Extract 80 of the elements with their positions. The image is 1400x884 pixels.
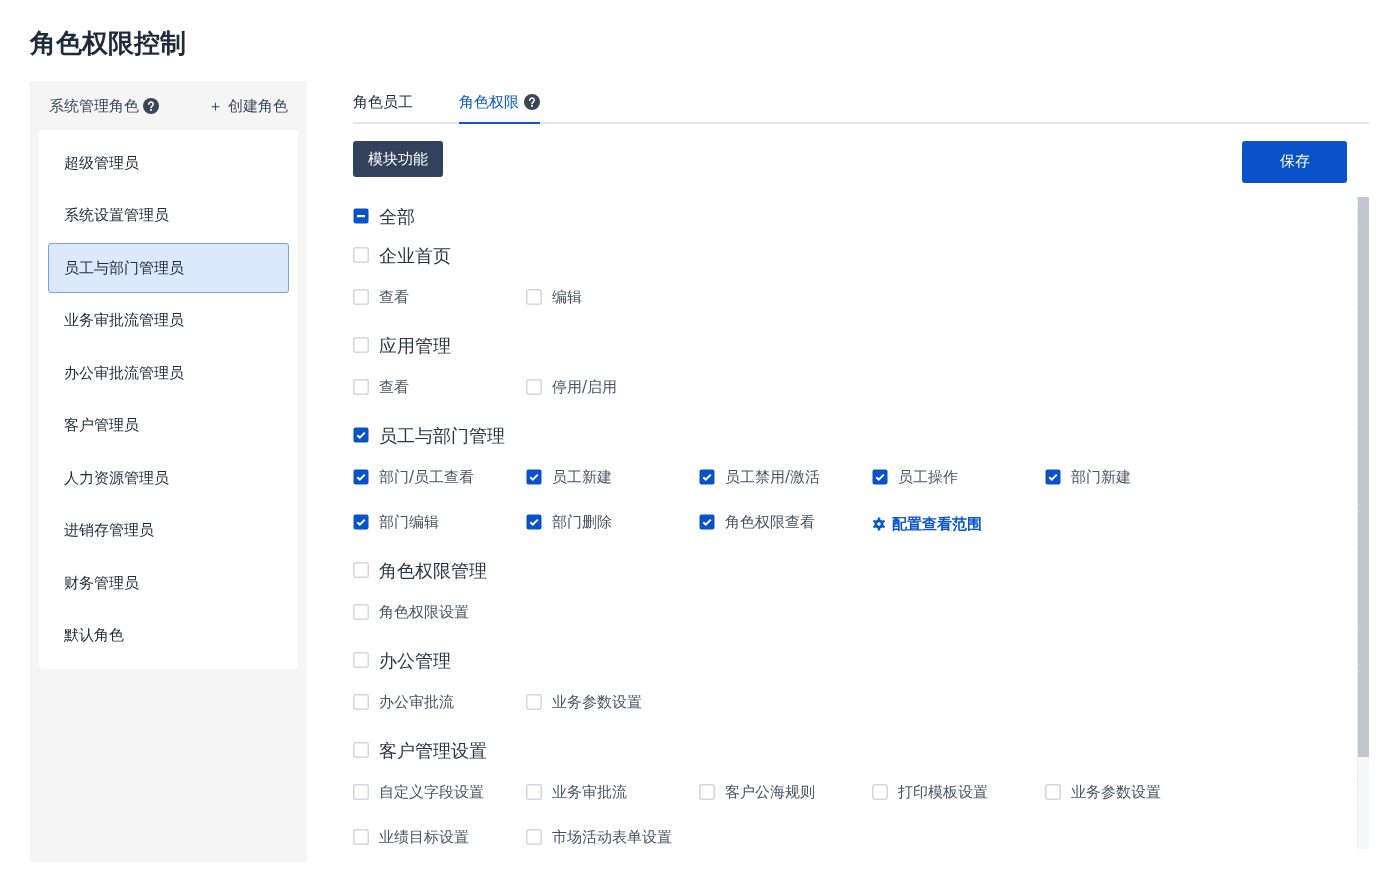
- gear-icon: [872, 517, 886, 531]
- checkbox-label: 部门/员工查看: [379, 466, 475, 488]
- tab[interactable]: 角色员工: [353, 81, 413, 124]
- checkbox-label: 自定义字段设置: [379, 781, 484, 803]
- checkbox[interactable]: [526, 784, 542, 800]
- config-link[interactable]: 配置查看范围: [872, 512, 982, 536]
- checkbox[interactable]: [872, 784, 888, 800]
- module-label: 员工与部门管理: [379, 423, 505, 448]
- role-item[interactable]: 业务审批流管理员: [48, 295, 289, 346]
- module-label: 企业首页: [379, 243, 451, 268]
- checkbox[interactable]: [526, 829, 542, 845]
- scrollbar-thumb[interactable]: [1358, 196, 1369, 757]
- role-item[interactable]: 进销存管理员: [48, 505, 289, 556]
- checkbox[interactable]: [353, 652, 369, 668]
- checkbox[interactable]: [353, 289, 369, 305]
- checkbox-label: 部门删除: [552, 511, 612, 533]
- checkbox[interactable]: [353, 694, 369, 710]
- checkbox-label: 停用/启用: [552, 376, 618, 398]
- checkbox-label: 业务参数设置: [552, 691, 642, 713]
- checkbox[interactable]: [1045, 469, 1061, 485]
- checkbox[interactable]: [353, 379, 369, 395]
- create-role-button[interactable]: ＋ 创建角色: [208, 95, 288, 118]
- module-label: 办公管理: [379, 648, 451, 673]
- checkbox-label: 角色权限设置: [379, 601, 469, 623]
- checkbox-label: 员工新建: [552, 466, 612, 488]
- checkbox[interactable]: [526, 514, 542, 530]
- page-title: 角色权限控制: [30, 27, 187, 60]
- role-item[interactable]: 人力资源管理员: [48, 452, 289, 503]
- module-label: 客户管理设置: [379, 738, 487, 763]
- checkbox[interactable]: [353, 742, 369, 758]
- help-icon[interactable]: [143, 98, 159, 115]
- checkbox-label: 业务审批流: [552, 781, 627, 803]
- checkbox[interactable]: [526, 379, 542, 395]
- checkbox[interactable]: [353, 427, 369, 443]
- checkbox[interactable]: [872, 469, 888, 485]
- role-item[interactable]: 客户管理员: [48, 400, 289, 451]
- checkbox[interactable]: [353, 514, 369, 530]
- checkbox[interactable]: [353, 604, 369, 620]
- checkbox-label: 查看: [379, 376, 409, 398]
- checkbox[interactable]: [353, 562, 369, 578]
- checkbox[interactable]: [526, 469, 542, 485]
- checkbox[interactable]: [353, 208, 369, 224]
- role-item[interactable]: 办公审批流管理员: [48, 347, 289, 398]
- checkbox-label: 编辑: [552, 286, 582, 308]
- role-item[interactable]: 财务管理员: [48, 557, 289, 608]
- checkbox-label: 全部: [379, 204, 415, 229]
- checkbox[interactable]: [526, 289, 542, 305]
- checkbox[interactable]: [353, 247, 369, 263]
- checkbox-label: 角色权限查看: [725, 511, 815, 533]
- checkbox-label: 员工操作: [898, 466, 958, 488]
- checkbox-label: 查看: [379, 286, 409, 308]
- checkbox-label: 员工禁用/激活: [725, 466, 821, 488]
- checkbox[interactable]: [699, 784, 715, 800]
- checkbox-label: 业绩目标设置: [379, 826, 469, 848]
- sidebar-header: 系统管理角色: [49, 96, 139, 117]
- checkbox[interactable]: [699, 514, 715, 530]
- checkbox-label: 客户公海规则: [725, 781, 815, 803]
- role-item[interactable]: 超级管理员: [48, 137, 289, 188]
- checkbox[interactable]: [353, 337, 369, 353]
- checkbox[interactable]: [526, 694, 542, 710]
- checkbox[interactable]: [353, 784, 369, 800]
- checkbox-label: 业务参数设置: [1071, 781, 1161, 803]
- checkbox-label: 打印模板设置: [898, 781, 988, 803]
- tab[interactable]: 角色权限: [459, 81, 540, 124]
- module-label: 应用管理: [379, 333, 451, 358]
- checkbox-label: 市场活动表单设置: [552, 826, 672, 848]
- role-item[interactable]: 系统设置管理员: [48, 190, 289, 241]
- save-button[interactable]: 保存: [1242, 140, 1347, 183]
- checkbox[interactable]: [353, 469, 369, 485]
- checkbox[interactable]: [353, 829, 369, 845]
- checkbox[interactable]: [699, 469, 715, 485]
- role-item[interactable]: 员工与部门管理员: [48, 242, 289, 293]
- checkbox-label: 部门编辑: [379, 511, 439, 533]
- checkbox-label: 办公审批流: [379, 691, 454, 713]
- checkbox-label: 部门新建: [1071, 466, 1131, 488]
- module-label: 角色权限管理: [379, 558, 487, 583]
- role-item[interactable]: 默认角色: [48, 610, 289, 661]
- help-icon[interactable]: [524, 94, 540, 111]
- checkbox[interactable]: [1045, 784, 1061, 800]
- module-button[interactable]: 模块功能: [353, 140, 443, 177]
